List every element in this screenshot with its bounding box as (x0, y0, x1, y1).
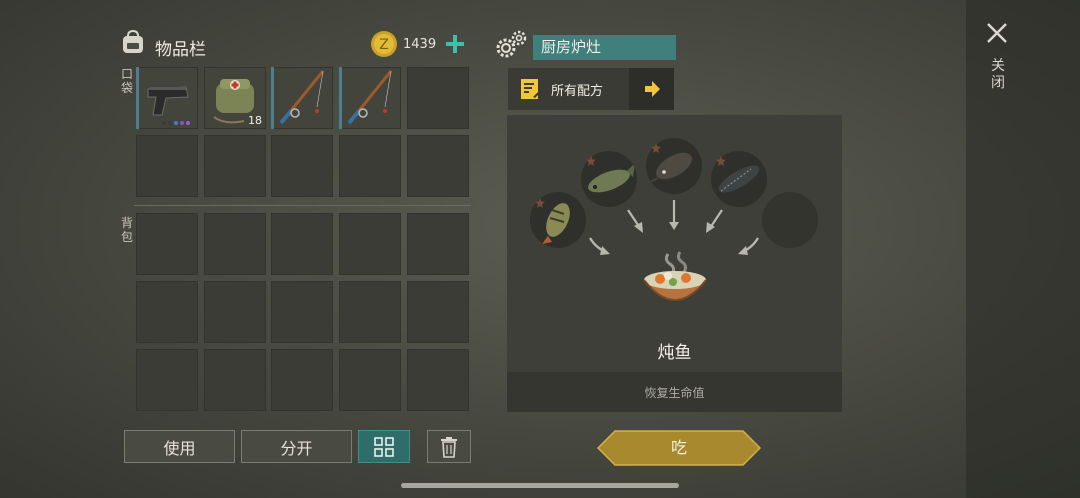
quality-dots (162, 121, 190, 125)
gears-icon (494, 28, 528, 62)
arrow-icon (627, 209, 643, 233)
inventory-slot-empty[interactable] (204, 135, 266, 197)
eat-label: 吃 (670, 438, 687, 457)
backpack-slot[interactable] (271, 213, 333, 275)
backpack-slot[interactable] (136, 213, 198, 275)
all-recipes-arrow-button[interactable] (629, 68, 674, 110)
recipe-book-icon (521, 79, 542, 99)
arrow-icon (738, 237, 759, 255)
inventory-slot-fishing-rod[interactable] (339, 67, 401, 129)
coin-count: 1439 (403, 37, 437, 52)
fishing-rod-icon (279, 70, 325, 125)
plus-icon[interactable] (443, 32, 467, 56)
star-icon (586, 156, 596, 166)
inventory-slot-empty[interactable] (407, 67, 469, 129)
star-icon (716, 156, 726, 166)
pistol-icon (147, 86, 189, 116)
star-icon (535, 198, 545, 208)
arrow-icon (706, 209, 723, 233)
backpack-slot[interactable] (407, 349, 469, 411)
svg-text:Z: Z (379, 37, 389, 53)
crafting-station-name: 厨房炉灶 (533, 35, 676, 60)
quality-dot (186, 121, 190, 125)
backpack-icon (120, 29, 146, 55)
pocket-label: 口袋 (120, 67, 133, 95)
all-recipes-button[interactable]: 所有配方 (508, 68, 629, 110)
result-description: 恢复生命值 (644, 386, 705, 400)
right-side-panel (966, 0, 1080, 498)
result-name: 炖鱼 (657, 343, 692, 363)
backpack-slot[interactable] (271, 349, 333, 411)
all-recipes-label: 所有配方 (551, 83, 604, 99)
backpack-slot[interactable] (204, 281, 266, 343)
inventory-slot-empty[interactable] (407, 135, 469, 197)
slot-accent (271, 67, 274, 129)
delete-button[interactable] (427, 430, 471, 463)
inventory-slot-fishing-rod[interactable] (271, 67, 333, 129)
quality-dot (168, 121, 172, 125)
quality-dot (174, 121, 178, 125)
result-dish-icon (640, 250, 710, 314)
backpack-label: 背包 (120, 216, 133, 244)
coin-icon: Z (370, 30, 398, 58)
backpack-slot[interactable] (271, 281, 333, 343)
fishing-rod-icon (347, 70, 393, 125)
backpack-slot[interactable] (339, 213, 401, 275)
split-button[interactable]: 分开 (241, 430, 352, 463)
slot-accent (136, 67, 139, 129)
home-indicator[interactable] (401, 483, 679, 488)
backpack-slot[interactable] (204, 349, 266, 411)
arrow-right-icon (644, 81, 660, 97)
star-icon (651, 143, 661, 153)
add-coins-button[interactable] (443, 32, 467, 56)
sort-button[interactable] (358, 430, 410, 463)
close-label: 关闭 (991, 58, 1005, 91)
grid-icon (374, 436, 394, 457)
backpack-slot[interactable] (339, 281, 401, 343)
backpack-slot[interactable] (407, 281, 469, 343)
trash-icon (441, 436, 457, 458)
backpack-slot[interactable] (136, 349, 198, 411)
backpack-slot[interactable] (407, 213, 469, 275)
quality-dot (162, 121, 166, 125)
backpack-slot[interactable] (339, 349, 401, 411)
inventory-slot-empty[interactable] (339, 135, 401, 197)
backpack-slot[interactable] (204, 213, 266, 275)
arrow-icon (589, 237, 610, 255)
ingredient-slot-empty[interactable] (762, 192, 818, 248)
arrow-icon (669, 200, 679, 230)
backpack-slot[interactable] (136, 281, 198, 343)
close-icon[interactable] (984, 20, 1010, 46)
quality-dot (180, 121, 184, 125)
inventory-slot-pistol[interactable] (136, 67, 198, 129)
inventory-title: 物品栏 (155, 40, 206, 60)
item-count: 18 (248, 114, 262, 127)
use-button[interactable]: 使用 (124, 430, 235, 463)
inventory-slot-empty[interactable] (136, 135, 198, 197)
section-divider (134, 205, 471, 206)
inventory-slot-empty[interactable] (271, 135, 333, 197)
slot-accent (339, 67, 342, 129)
inventory-slot-first-aid-bag[interactable]: 18 (204, 67, 266, 129)
close-button[interactable] (984, 20, 1010, 46)
eat-button[interactable]: 吃 (597, 430, 761, 466)
